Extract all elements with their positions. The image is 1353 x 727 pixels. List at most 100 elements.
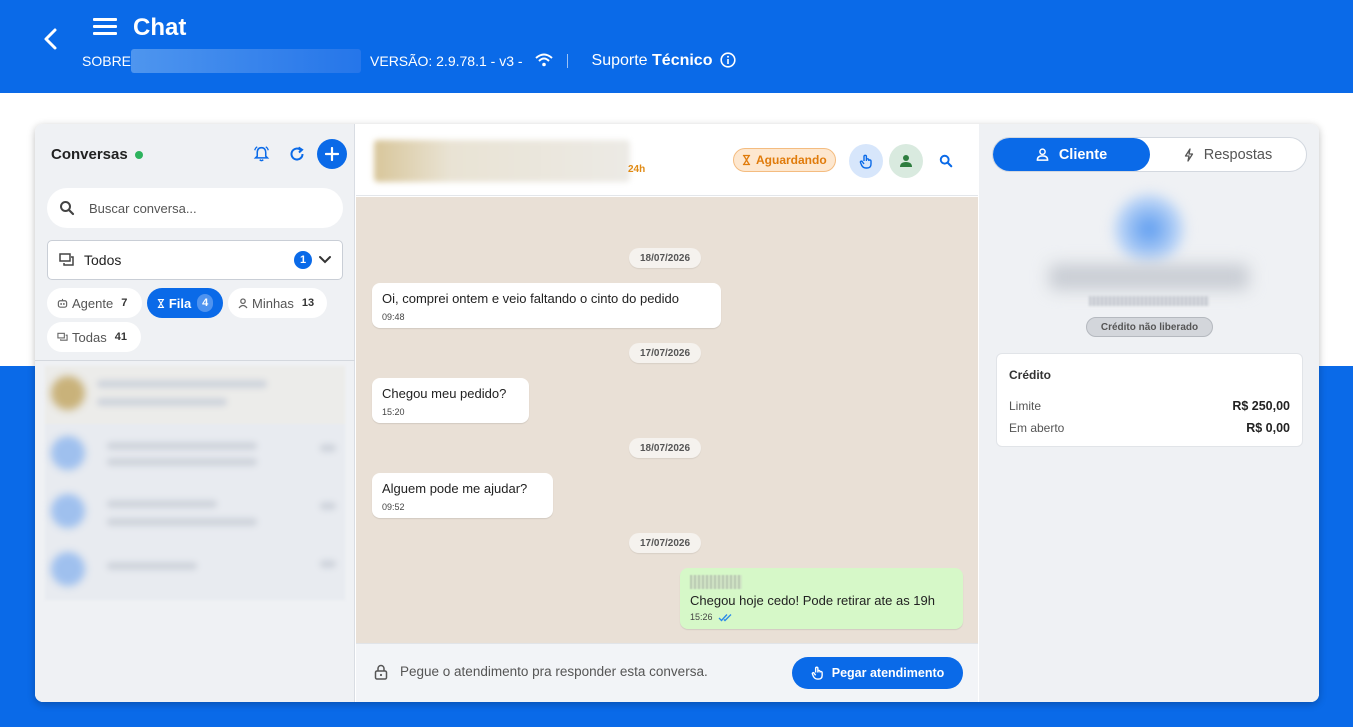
chip-label: Fila [168,295,192,311]
hourglass-icon [157,298,165,308]
list-item[interactable] [45,426,345,484]
take-button-label: Pegar atendimento [831,666,945,680]
credit-title: Crédito [1009,368,1051,382]
chip-todas[interactable]: Todas 41 [47,322,141,352]
footer-message: Pegue o atendimento pra responder esta c… [400,664,708,679]
person-icon [900,155,912,167]
chat-header: 24h Aguardando [356,124,978,196]
avatar [51,494,85,528]
client-panel: Cliente Respostas Crédito não liberado C… [979,124,1319,702]
chevron-down-icon [319,256,331,264]
sidebar-header: Conversas [51,146,143,163]
conversation-filter-select[interactable]: Todos 1 [47,240,343,280]
panel-tabs: Cliente Respostas [992,137,1307,172]
search-placeholder: Buscar conversa... [89,200,197,216]
conversation-sidebar: Conversas Buscar conversa... Todos 1 Age… [35,124,355,702]
lightning-icon [1184,147,1193,162]
new-conversation-button[interactable] [317,139,347,169]
filter-count-badge: 1 [294,251,312,269]
contact-profile-button[interactable] [889,144,923,178]
take-conversation-cta[interactable]: Pegar atendimento [792,657,963,689]
bell-icon[interactable] [251,144,271,164]
date-divider: 17/07/2026 [629,533,702,553]
header-subline: SOBRE VERSÃO: 2.9.78.1 - v3 - Suporte Té… [82,49,737,73]
message-text: Chegou meu pedido? [382,386,507,401]
double-check-icon [718,613,732,622]
credit-open-row: Em aberto R$ 0,00 [1009,417,1290,439]
redacted-text [107,442,257,450]
chip-count: 41 [114,331,127,343]
chat-icon [57,332,68,341]
list-item[interactable] [45,542,345,600]
hand-pointer-icon [811,666,823,680]
redacted-company-name [131,49,362,73]
limit-value: R$ 250,00 [1232,399,1290,413]
list-item[interactable] [45,366,345,424]
lock-icon [374,664,388,685]
chip-label: Minhas [252,295,294,311]
chip-count: 7 [121,297,128,309]
support-prefix: Suporte [591,52,653,69]
support-link[interactable]: Suporte Técnico [592,52,713,70]
chat-footer: Pegue o atendimento pra responder esta c… [356,643,978,702]
chip-minhas[interactable]: Minhas 13 [228,288,327,318]
redacted-sender [690,575,742,589]
conversation-list [45,366,345,600]
sidebar-title: Conversas [51,146,128,163]
redacted-text [107,518,257,526]
date-divider: 17/07/2026 [629,343,702,363]
credit-status-badge: Crédito não liberado [1086,317,1213,337]
search-messages-button[interactable] [929,144,963,178]
refresh-icon[interactable] [287,144,307,164]
menu-icon[interactable] [93,18,117,38]
person-icon [238,297,248,308]
divider [35,360,355,361]
chip-label: Todas [72,329,107,345]
date-divider: 18/07/2026 [629,438,702,458]
about-label: SOBRE [82,53,132,69]
version-text: VERSÃO: 2.9.78.1 - v3 - [370,53,523,69]
message-time: 15:26 [690,612,713,622]
search-icon [60,201,75,216]
robot-icon [57,298,68,308]
redacted-text [320,444,336,452]
search-icon [939,154,953,168]
take-conversation-button[interactable] [849,144,883,178]
redacted-text [107,562,197,570]
tab-cliente[interactable]: Cliente [993,138,1150,171]
chip-agente[interactable]: Agente 7 [47,288,142,318]
tab-respostas[interactable]: Respostas [1150,138,1306,171]
chip-count: 13 [301,297,315,309]
search-input[interactable]: Buscar conversa... [47,188,343,228]
redacted-text [97,398,227,406]
redacted-text [97,380,267,388]
chip-fila[interactable]: Fila 4 [147,288,223,318]
redacted-client-name [1049,264,1249,290]
chip-count: 4 [197,294,213,312]
back-arrow-icon[interactable] [36,24,64,54]
redacted-text [320,560,336,568]
message-text: Oi, comprei ontem e veio faltando o cint… [382,291,680,306]
message-time: 09:52 [382,502,405,512]
open-label: Em aberto [1009,421,1065,435]
redacted-text [107,500,217,508]
chat-icon [59,253,74,266]
credit-limit-row: Limite R$ 250,00 [1009,395,1290,417]
open-value: R$ 0,00 [1246,421,1290,435]
wifi-icon [534,53,553,70]
status-badge: Aguardando [733,148,836,172]
avatar [51,436,85,470]
redacted-text [320,502,336,510]
info-icon[interactable] [720,51,737,71]
list-item[interactable] [45,484,345,542]
divider [566,54,568,68]
redacted-contact [374,140,630,182]
avatar [51,376,85,410]
filter-select-value: Todos [84,252,122,268]
message-bubble: Chegou meu pedido? 15:20 [372,378,529,423]
message-time: 09:48 [382,312,405,322]
credit-card: Crédito Limite R$ 250,00 Em aberto R$ 0,… [996,353,1303,447]
app-header: Chat SOBRE VERSÃO: 2.9.78.1 - v3 - Supor… [0,0,1353,93]
message-bubble: Oi, comprei ontem e veio faltando o cint… [372,283,721,328]
hourglass-icon [742,154,751,166]
